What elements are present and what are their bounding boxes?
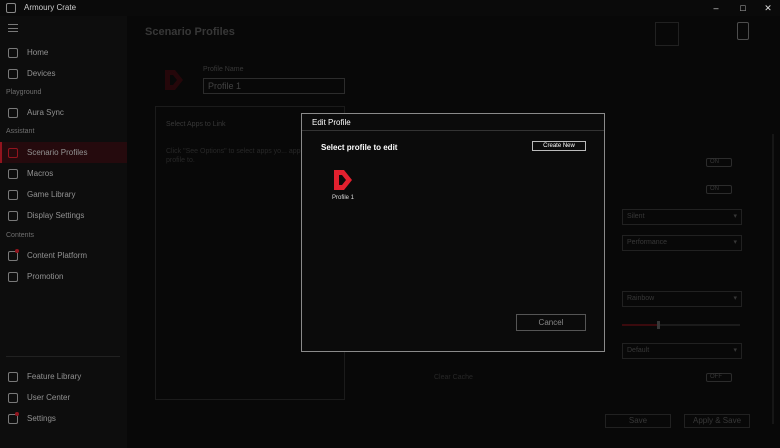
dialog-subtitle: Select profile to edit [321, 143, 398, 152]
device-mobile-icon[interactable] [737, 22, 749, 40]
sidebar-item-aura-sync[interactable]: Aura Sync [0, 102, 127, 123]
app-logo-icon [6, 3, 16, 13]
lighting-dropdown[interactable]: Rainbow [622, 291, 742, 307]
profile-logo-large-icon [165, 70, 183, 90]
sidebar-divider [6, 356, 120, 357]
close-button[interactable]: ✕ [758, 2, 778, 14]
sidebar-item-label: Promotion [27, 272, 64, 281]
sidebar-item-game-library[interactable]: Game Library [0, 184, 127, 205]
scenario-profiles-icon [8, 147, 18, 158]
display-settings-icon [8, 210, 18, 221]
profile-name-label: Profile Name [203, 66, 244, 73]
brightness-slider[interactable] [622, 321, 740, 329]
content-platform-icon [8, 248, 19, 261]
fan-mode-dropdown[interactable]: Silent [622, 209, 742, 225]
sidebar-item-label: User Center [27, 393, 71, 402]
apply-save-button[interactable]: Apply & Save [684, 414, 750, 428]
notification-badge [15, 411, 19, 416]
macros-icon [8, 168, 18, 179]
sound-dropdown[interactable]: Default [622, 343, 742, 359]
slider-fill [622, 324, 658, 326]
sidebar-item-display-settings[interactable]: Display Settings [0, 205, 127, 226]
hamburger-menu-icon[interactable] [8, 24, 18, 32]
section-title-assistant: Assistant [6, 128, 35, 135]
maximize-button[interactable]: □ [733, 2, 753, 14]
edit-profile-dialog: Edit Profile Select profile to edit Crea… [301, 113, 605, 352]
scrollbar[interactable] [772, 134, 774, 424]
toggle-2[interactable]: ON [706, 185, 732, 194]
sidebar-item-label: Display Settings [27, 211, 85, 220]
sidebar-item-settings[interactable]: Settings [0, 408, 127, 429]
sidebar-item-label: Game Library [27, 190, 76, 199]
notification-badge [15, 248, 19, 253]
sidebar-item-label: Scenario Profiles [27, 148, 88, 157]
sidebar-item-macros[interactable]: Macros [0, 163, 127, 184]
apps-panel-title: Select Apps to Link [166, 121, 226, 128]
slider-knob[interactable] [657, 321, 661, 329]
page-title: Scenario Profiles [145, 26, 235, 38]
sidebar-item-label: Settings [27, 414, 56, 423]
feature-library-icon [8, 371, 18, 382]
sidebar-item-label: Feature Library [27, 372, 82, 381]
profile-card-name: Profile 1 [331, 195, 354, 201]
clear-cache-label: Clear Cache [434, 374, 473, 381]
clear-cache-toggle[interactable]: OFF [706, 373, 732, 382]
sidebar-item-label: Home [27, 48, 49, 57]
aura-sync-icon [8, 107, 18, 118]
section-title-contents: Contents [6, 232, 35, 239]
title-bar: Armoury Crate – □ ✕ [0, 0, 780, 16]
home-icon [8, 47, 18, 58]
save-button[interactable]: Save [605, 414, 671, 428]
sidebar-item-feature-library[interactable]: Feature Library [0, 366, 127, 387]
sidebar-item-label: Macros [27, 169, 54, 178]
promotion-icon [8, 271, 18, 282]
game-library-icon [8, 189, 18, 200]
sidebar-item-label: Devices [27, 69, 56, 78]
sidebar-item-content-platform[interactable]: Content Platform [0, 245, 127, 266]
profile-logo-icon [334, 170, 352, 190]
profile-name-input[interactable]: Profile 1 [203, 78, 345, 94]
settings-icon [8, 411, 19, 424]
cancel-button[interactable]: Cancel [516, 314, 586, 331]
create-new-button[interactable]: Create New [532, 141, 586, 151]
minimize-button[interactable]: – [706, 2, 726, 14]
sidebar-item-label: Aura Sync [27, 108, 64, 117]
sidebar-item-devices[interactable]: Devices [0, 63, 127, 84]
operating-mode-dropdown[interactable]: Performance [622, 235, 742, 251]
app-title: Armoury Crate [24, 3, 77, 12]
sidebar-item-promotion[interactable]: Promotion [0, 266, 127, 287]
dialog-title: Edit Profile [312, 118, 351, 127]
devices-icon [8, 68, 18, 79]
sidebar-item-user-center[interactable]: User Center [0, 387, 127, 408]
section-title-playground: Playground [6, 89, 42, 96]
dialog-divider [302, 130, 604, 131]
profile-logo-icon[interactable] [655, 22, 679, 46]
sidebar-item-scenario-profiles[interactable]: Scenario Profiles [0, 142, 127, 163]
sidebar-item-home[interactable]: Home [0, 42, 127, 63]
sidebar-item-label: Content Platform [27, 251, 88, 260]
toggle-1[interactable]: ON [706, 158, 732, 167]
user-center-icon [8, 392, 18, 403]
profile-card[interactable]: Profile 1 [328, 168, 356, 204]
sidebar: Home Devices Playground Aura Sync Assist… [0, 16, 127, 448]
